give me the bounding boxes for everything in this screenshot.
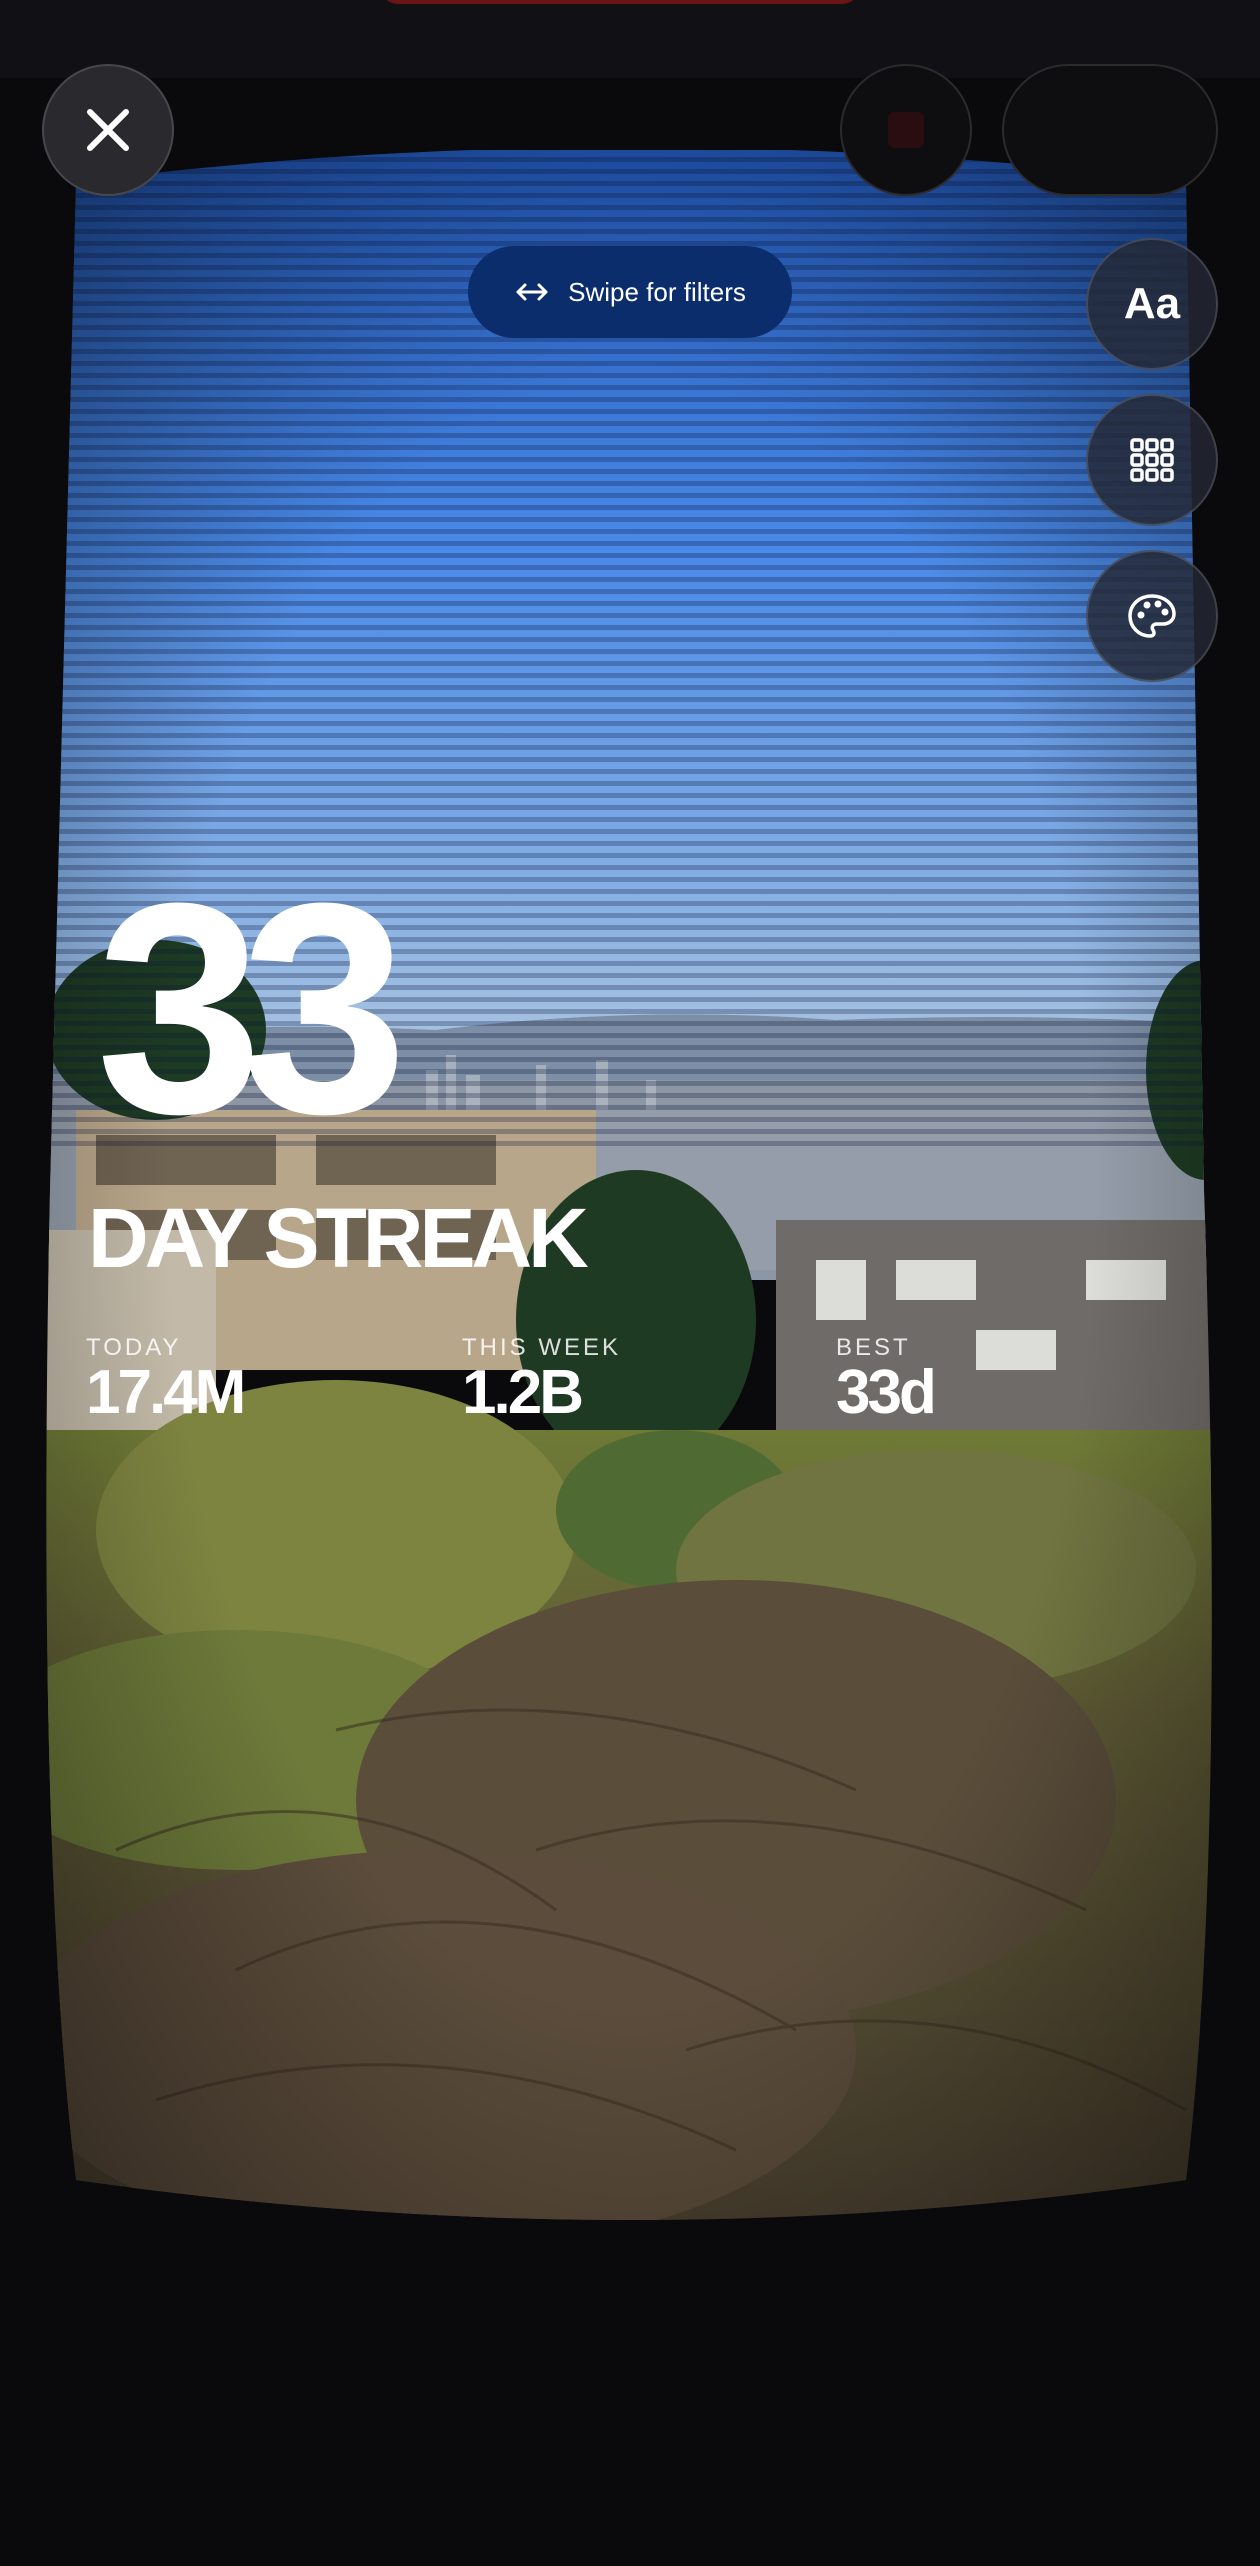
stat-best-value: 33d — [836, 1358, 937, 1427]
stat-this-week-value: 1.2B — [462, 1358, 584, 1427]
layout-grid-button[interactable] — [1086, 394, 1218, 526]
left-right-arrow-icon — [516, 283, 548, 301]
stat-best: BEST 33d — [836, 1334, 937, 1427]
swipe-hint-label: Swipe for filters — [568, 276, 746, 307]
streak-count: 33 — [96, 840, 408, 1176]
swipe-for-filters-hint[interactable]: Swipe for filters — [468, 246, 792, 338]
streak-label: DAY STREAK — [88, 1191, 589, 1285]
primary-action-button[interactable] — [1002, 64, 1218, 196]
grid-icon — [1130, 438, 1174, 482]
recording-indicator — [380, 0, 860, 4]
stat-today-label: TODAY — [86, 1334, 182, 1361]
color-palette-button[interactable] — [1086, 550, 1218, 682]
close-icon — [87, 109, 129, 151]
stat-best-label: BEST — [836, 1334, 911, 1361]
stat-this-week: THIS WEEK 1.2B — [462, 1336, 621, 1424]
close-button[interactable] — [42, 64, 174, 196]
secondary-action-icon — [888, 112, 924, 148]
secondary-action-button[interactable] — [840, 64, 972, 196]
text-style-button[interactable]: Aa — [1086, 238, 1218, 370]
stat-this-week-label: THIS WEEK — [462, 1334, 622, 1361]
text-style-label: Aa — [1123, 279, 1181, 328]
stat-today: TODAY 17.4M — [86, 1334, 246, 1427]
stat-today-value: 17.4M — [86, 1358, 246, 1427]
palette-icon — [1128, 594, 1176, 638]
